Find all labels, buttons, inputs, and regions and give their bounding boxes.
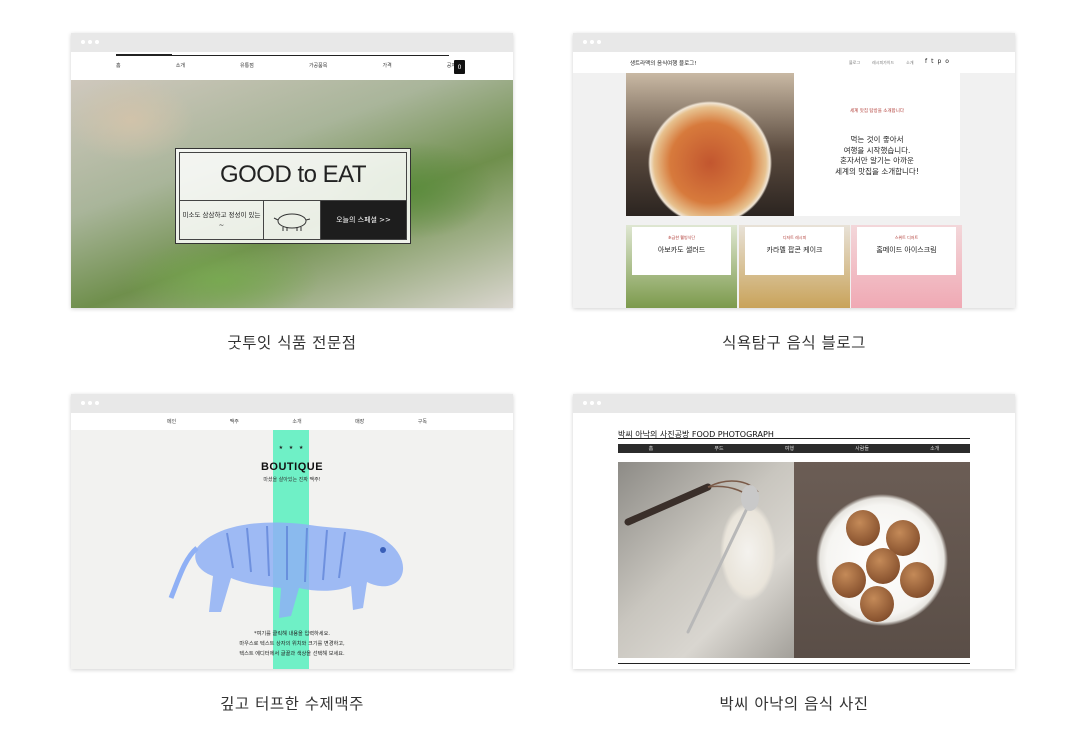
tile-title: 아보카도 샐러드 [657, 246, 706, 254]
template-preview: 메인 맥주 소개 매장 구독 ★ ★ ★ BOUTIQUE 마셨을 살아있는 진… [71, 413, 513, 669]
stars-icon: ★ ★ ★ [278, 445, 306, 451]
browser-chrome [573, 394, 1015, 413]
whisk-photo [618, 462, 794, 658]
template-preview: 홈 소개 유통점 가공품목 가격 공지 0 GOOD to EAT 미소도 삼삼… [71, 52, 513, 308]
browser-chrome [573, 33, 1015, 52]
facebook-icon: f [925, 58, 928, 65]
nav-item: 블로그 [849, 60, 861, 65]
nav-item: 유통점 [240, 63, 254, 69]
tile-kicker: 디저트 레시피 [782, 235, 807, 240]
nav-item: 소개 [906, 60, 914, 65]
template-preview: 박씨 아낙의 사진공방 FOOD PHOTOGRAPH 홈 푸드 여행 사람들 … [573, 413, 1015, 669]
footer-line: 마우스로 텍스트 상자의 위치와 크기를 변경하고, [239, 641, 345, 647]
tile-title: 카라멜 팝콘 케이크 [766, 246, 823, 254]
post-tile: 초급한 웰빙식단아보카도 샐러드 [626, 225, 737, 308]
special-button: 오늘의 스페셜 >> [321, 201, 406, 239]
template-caption[interactable]: 굿투잇 식품 전문점 [71, 331, 513, 353]
nav-item: 레시피가이드 [872, 60, 895, 65]
shopping-bag-icon: 0 [454, 60, 465, 74]
tile-kicker: 스위트 디저트 [894, 235, 919, 240]
template-caption[interactable]: 박씨 아낙의 음식 사진 [573, 692, 1015, 714]
nav-item: 매장 [355, 419, 365, 425]
pinterest-icon: p [937, 58, 942, 65]
preview-nav: 홈 소개 유통점 가공품목 가격 공지 0 [71, 52, 513, 80]
footer-line: *여기를 클릭해 내용을 입력하세요. [253, 631, 330, 637]
template-card-foodphoto[interactable]: 박씨 아낙의 사진공방 FOOD PHOTOGRAPH 홈 푸드 여행 사람들 … [573, 394, 1015, 669]
blog-logo: 생트라맥의 음식여행 블로그! [630, 61, 697, 67]
nav-item: 가격 [382, 63, 392, 69]
template-card-craftbeer[interactable]: 메인 맥주 소개 매장 구독 ★ ★ ★ BOUTIQUE 마셨을 살아있는 진… [71, 394, 513, 669]
hero-text: 미소도 삼삼하고 정성이 있는~ [180, 201, 264, 239]
tile-kicker: 초급한 웰빙식단 [667, 235, 696, 240]
instagram-icon: o [945, 58, 949, 65]
nav-item: 푸드 [714, 446, 724, 452]
nav-item: 홈 [116, 63, 121, 69]
preview-nav: 생트라맥의 음식여행 블로그! 블로그 레시피가이드 소개 f t p o [573, 52, 1015, 73]
nav-item: 소개 [175, 63, 185, 69]
post-tile: 디저트 레시피카라멜 팝콘 케이크 [739, 225, 850, 308]
walnut-photo [794, 462, 970, 658]
nav-item: 구독 [417, 419, 427, 425]
tile-title: 홈메이드 아이스크림 [876, 246, 937, 254]
template-preview: 생트라맥의 음식여행 블로그! 블로그 레시피가이드 소개 f t p o 세계… [573, 52, 1015, 308]
intro-line: 혼자서만 알기는 아까운 [840, 156, 914, 165]
template-card-goodtoeat[interactable]: 홈 소개 유통점 가공품목 가격 공지 0 GOOD to EAT 미소도 삼삼… [71, 33, 513, 308]
pig-icon [264, 201, 321, 239]
nav-item: 소개 [292, 419, 302, 425]
intro-panel: 세계 맛집 탐방을 소개합니다 먹는 것이 좋아서 여행을 시작했습니다. 혼자… [794, 73, 960, 216]
intro-kicker: 세계 맛집 탐방을 소개합니다 [850, 109, 904, 114]
post-tile: 스위트 디저트홈메이드 아이스크림 [851, 225, 962, 308]
hero-title: GOOD to EAT [219, 161, 367, 188]
brand-tagline: 마셨을 살아있는 진짜 맥주! [263, 477, 321, 483]
twitter-icon: t [931, 58, 934, 65]
footer-line: 텍스트 에디터에서 글꼴과 색상을 선택해 보세요. [239, 651, 345, 657]
nav-item: 홈 [648, 446, 654, 452]
intro-line: 여행을 시작했습니다. [843, 145, 911, 155]
browser-chrome [71, 394, 513, 413]
nav-item: 메인 [167, 419, 177, 425]
pizza-photo [626, 73, 794, 216]
nav-item: 소개 [930, 446, 940, 452]
preview-nav: 홈 푸드 여행 사람들 소개 [618, 444, 970, 453]
template-caption[interactable]: 깊고 터프한 수제맥주 [71, 692, 513, 714]
brand-title: BOUTIQUE [260, 461, 324, 473]
preview-nav: 메인 맥주 소개 매장 구독 [71, 413, 513, 430]
template-caption[interactable]: 식욕탐구 음식 블로그 [573, 331, 1015, 353]
social-icons: f t p o [925, 58, 949, 65]
hero-box: GOOD to EAT 미소도 삼삼하고 정성이 있는~ 오늘의 스페셜 >> [175, 148, 411, 244]
nav-item: 가공품목 [308, 63, 328, 69]
nav-item: 사람들 [855, 446, 869, 452]
nav-item: 맥주 [229, 419, 239, 425]
template-card-foodblog[interactable]: 생트라맥의 음식여행 블로그! 블로그 레시피가이드 소개 f t p o 세계… [573, 33, 1015, 308]
intro-line: 세계의 맛집을 소개합니다! [835, 166, 919, 176]
browser-chrome [71, 33, 513, 52]
tiger-illustration [168, 522, 404, 618]
intro-line: 먹는 것이 좋아서 [850, 135, 904, 144]
nav-item: 여행 [784, 446, 794, 452]
